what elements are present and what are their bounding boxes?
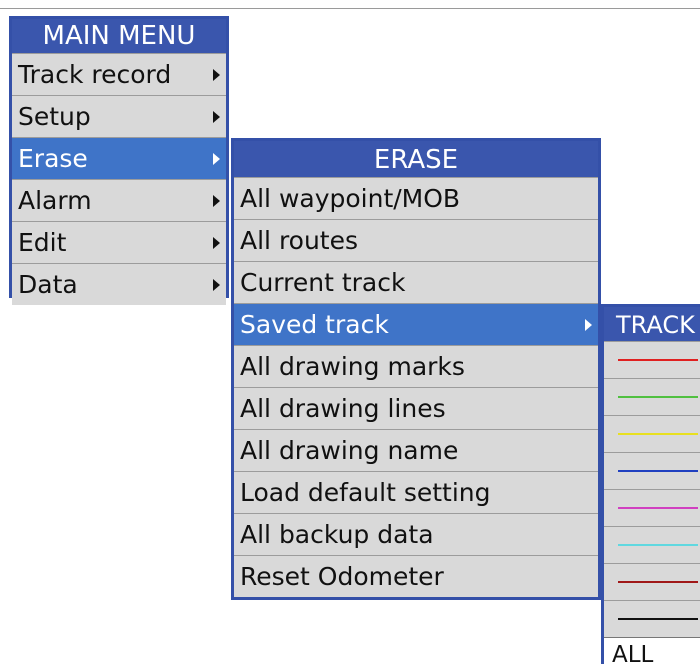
menu-item-label: All drawing name (240, 436, 459, 465)
erase-menu-title: ERASE (234, 141, 598, 177)
track-item[interactable] (604, 415, 700, 452)
erase-item-drawing-lines[interactable]: All drawing lines (234, 387, 598, 429)
track-item[interactable] (604, 489, 700, 526)
track-color-line (618, 544, 698, 546)
main-menu-title: MAIN MENU (12, 19, 226, 53)
menu-item-label: Alarm (18, 186, 92, 215)
menu-item-track-record[interactable]: Track record (12, 53, 226, 95)
chevron-right-icon (213, 279, 220, 291)
menu-item-label: Erase (18, 144, 88, 173)
track-color-line (618, 581, 698, 583)
menu-item-label: Track record (18, 60, 172, 89)
track-color-line (618, 359, 698, 361)
erase-menu: ERASE All waypoint/MOB All routes Curren… (231, 138, 601, 600)
chevron-right-icon (213, 237, 220, 249)
menu-item-edit[interactable]: Edit (12, 221, 226, 263)
menu-item-label: All drawing marks (240, 352, 465, 381)
menu-item-label: All routes (240, 226, 359, 255)
track-item-all[interactable]: ALL (604, 637, 700, 671)
erase-item-all-routes[interactable]: All routes (234, 219, 598, 261)
menu-item-label: Load default setting (240, 478, 491, 507)
erase-item-current-track[interactable]: Current track (234, 261, 598, 303)
chevron-right-icon (585, 319, 592, 331)
chevron-right-icon (213, 69, 220, 81)
menu-item-label: Reset Odometer (240, 562, 444, 591)
erase-item-drawing-name[interactable]: All drawing name (234, 429, 598, 471)
menu-item-label: Setup (18, 102, 91, 131)
erase-item-all-waypoint[interactable]: All waypoint/MOB (234, 177, 598, 219)
menu-item-erase[interactable]: Erase (12, 137, 226, 179)
track-item[interactable] (604, 563, 700, 600)
menu-item-setup[interactable]: Setup (12, 95, 226, 137)
menu-item-label: All backup data (240, 520, 434, 549)
menu-item-label: Saved track (240, 310, 389, 339)
menu-item-label: All waypoint/MOB (240, 184, 461, 213)
erase-item-reset-odometer[interactable]: Reset Odometer (234, 555, 598, 597)
track-color-line (618, 470, 698, 472)
track-item[interactable] (604, 600, 700, 637)
track-menu-title: TRACK (604, 307, 700, 341)
menu-item-data[interactable]: Data (12, 263, 226, 305)
track-color-line (618, 433, 698, 435)
erase-item-drawing-marks[interactable]: All drawing marks (234, 345, 598, 387)
erase-item-backup-data[interactable]: All backup data (234, 513, 598, 555)
track-item[interactable] (604, 378, 700, 415)
track-color-line (618, 618, 698, 620)
menu-item-label: Data (18, 270, 78, 299)
track-item[interactable] (604, 341, 700, 378)
menu-item-label: Current track (240, 268, 406, 297)
track-item[interactable] (604, 452, 700, 489)
track-item[interactable] (604, 526, 700, 563)
chevron-right-icon (213, 153, 220, 165)
erase-item-load-default[interactable]: Load default setting (234, 471, 598, 513)
erase-item-saved-track[interactable]: Saved track (234, 303, 598, 345)
track-menu: TRACK ALL (601, 304, 700, 671)
top-divider (0, 8, 700, 9)
track-color-line (618, 396, 698, 398)
chevron-right-icon (213, 195, 220, 207)
chevron-right-icon (213, 111, 220, 123)
menu-item-label: Edit (18, 228, 67, 257)
main-menu: MAIN MENU Track record Setup Erase Alarm… (9, 16, 229, 305)
track-color-line (618, 507, 698, 509)
menu-item-alarm[interactable]: Alarm (12, 179, 226, 221)
menu-item-label: All drawing lines (240, 394, 446, 423)
